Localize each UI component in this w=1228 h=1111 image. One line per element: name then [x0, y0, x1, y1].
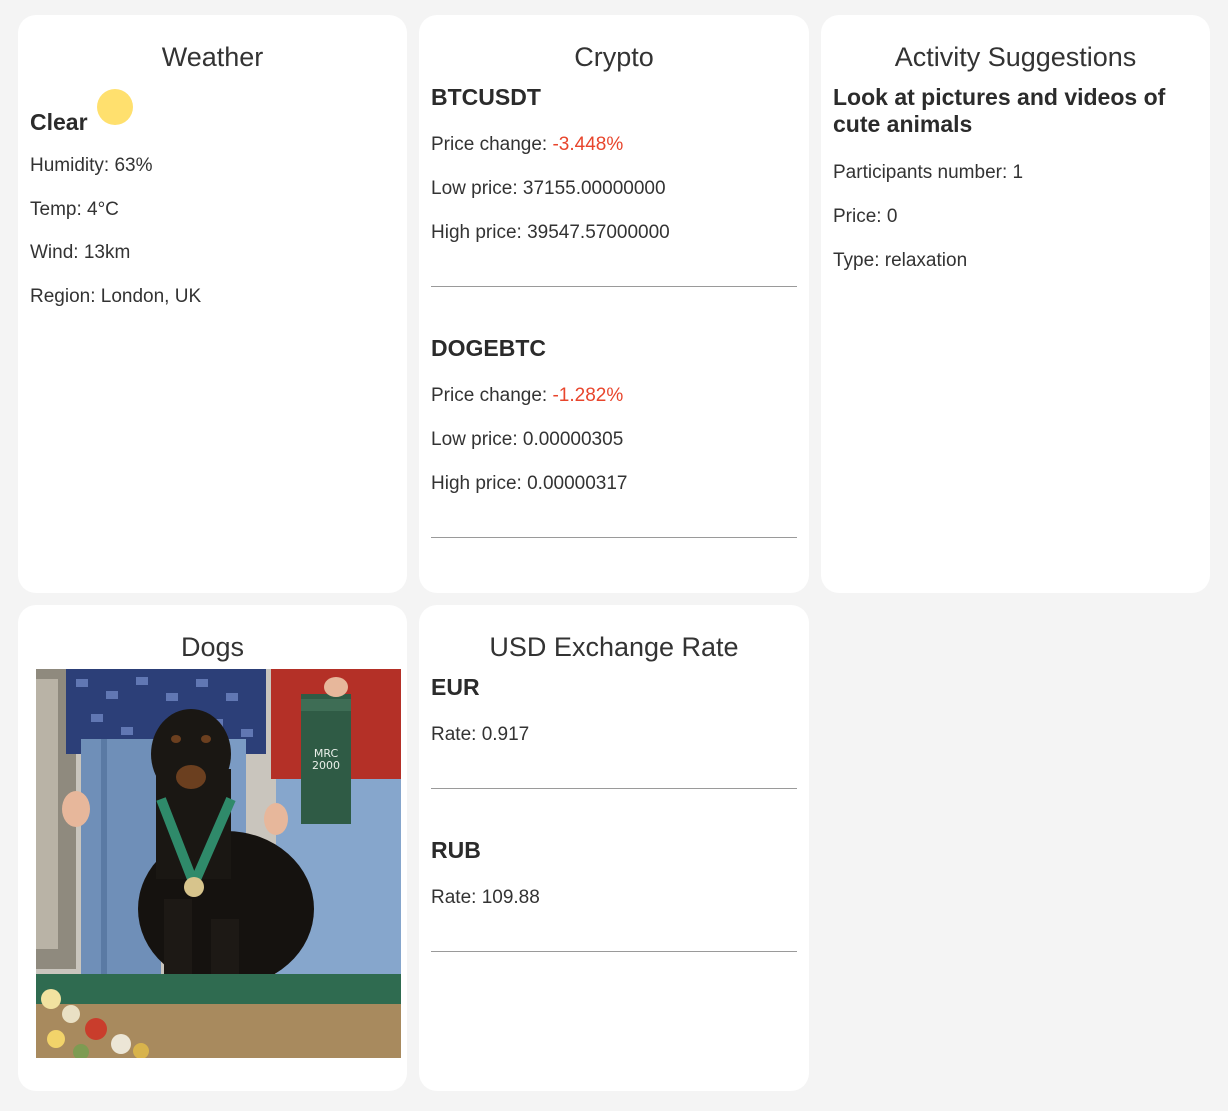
dog-photo: MRC 2000	[36, 669, 401, 1058]
weather-humidity: Humidity: 63%	[30, 155, 153, 176]
price-change-value: -3.448%	[552, 134, 624, 155]
exchange-currency: RUB	[431, 837, 481, 863]
weather-card: Weather Clear Humidity: 63% Temp: 4°C Wi…	[18, 15, 407, 593]
sun-icon	[97, 89, 133, 125]
crypto-high-price: High price: 0.00000317	[431, 473, 628, 494]
activity-participants: Participants number: 1	[833, 162, 1024, 183]
crypto-symbol: DOGEBTC	[431, 335, 546, 361]
activity-price: Price: 0	[833, 206, 898, 227]
crypto-low-price: Low price: 0.00000305	[431, 429, 624, 450]
dog-photo-image: MRC 2000	[36, 669, 401, 1058]
crypto-symbol: BTCUSDT	[431, 84, 541, 110]
divider	[431, 951, 797, 952]
crypto-card: Crypto BTCUSDT Price change: -3.448% Low…	[419, 15, 809, 593]
crypto-price-change: Price change: -1.282%	[431, 384, 623, 408]
exchange-currency: EUR	[431, 674, 480, 700]
divider	[431, 286, 797, 287]
activity-type: Type: relaxation	[833, 250, 968, 271]
weather-temp: Temp: 4°C	[30, 199, 119, 220]
bag-text: 2000	[312, 759, 340, 772]
weather-wind: Wind: 13km	[30, 242, 131, 263]
exchange-card: USD Exchange Rate EUR Rate: 0.917 RUB Ra…	[419, 605, 809, 1091]
exchange-rate: Rate: 0.917	[431, 724, 530, 745]
weather-condition: Clear	[30, 109, 88, 135]
crypto-title: Crypto	[574, 42, 654, 72]
crypto-price-change: Price change: -3.448%	[431, 133, 623, 157]
dogs-title: Dogs	[180, 632, 245, 662]
divider	[431, 537, 797, 538]
price-change-value: -1.282%	[552, 385, 624, 406]
crypto-low-price: Low price: 37155.00000000	[431, 178, 666, 199]
exchange-rate: Rate: 109.88	[431, 887, 540, 908]
price-change-label: Price change:	[431, 385, 553, 406]
weather-title: Weather	[161, 42, 264, 72]
dogs-card: Dogs MRC 2000	[18, 605, 407, 1091]
activity-card: Activity Suggestions Look at pictures an…	[821, 15, 1210, 593]
exchange-title: USD Exchange Rate	[489, 632, 739, 662]
price-change-label: Price change:	[431, 134, 553, 155]
activity-name: Look at pictures and videos of cute anim…	[833, 84, 1166, 137]
crypto-high-price: High price: 39547.57000000	[431, 222, 670, 243]
divider	[431, 788, 797, 789]
activity-title: Activity Suggestions	[894, 42, 1137, 72]
weather-region: Region: London, UK	[30, 286, 202, 307]
